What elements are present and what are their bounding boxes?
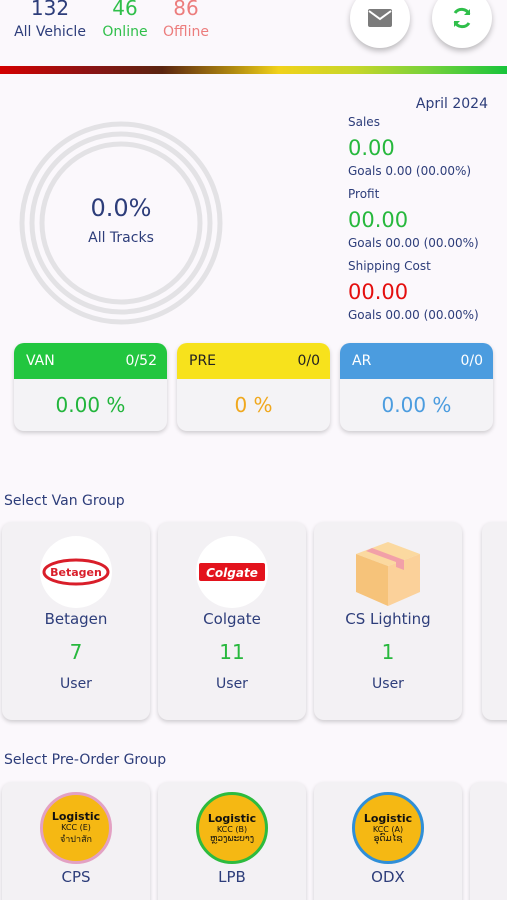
badge-sub: KCC (E) [61,823,91,832]
offline-label: Offline [163,24,209,40]
lpb-logistic-badge: Logistic KCC (B) ຫຼວງພະບາງ [196,792,268,864]
van-group-count: 7 [69,640,83,664]
pre-count: 0/0 [297,353,320,369]
offline-count: 86 [173,0,199,20]
badge-local: ອຸດົມໄຊ [373,834,403,844]
sales-goal: Goals 0.00 (00.00%) [348,164,472,178]
van-group-name: CS Lighting [345,610,431,628]
sales-value: 0.00 [348,136,395,160]
van-group-title: Select Van Group [4,493,125,509]
ar-card-header: AR 0/0 [340,343,493,379]
shipping-goal: Goals 00.00 (00.00%) [348,308,479,322]
online-label: Online [102,24,148,40]
vehicle-stats: 132 All Vehicle 46 Online 86 Offline [0,0,240,60]
betagen-logo: Betagen [40,536,112,608]
betagen-logo-text: Betagen [50,566,102,579]
pre-order-group-item[interactable]: Logistic KCC (A) ອຸດົມໄຊ ODX [314,782,462,900]
ar-card[interactable]: AR 0/0 0.00 % [340,343,493,431]
shipping-value: 00.00 [348,280,409,304]
status-gradient-bar [0,66,507,74]
mail-icon [368,9,392,27]
pre-order-group-item-partial[interactable] [470,782,507,900]
badge-title: Logistic [51,810,101,823]
van-group-user-label: User [372,676,404,692]
van-card[interactable]: VAN 0/52 0.00 % [14,343,167,431]
profit-title: Profit [348,187,380,201]
badge-sub: KCC (A) [372,825,404,834]
pre-order-group-name: ODX [371,868,405,886]
pre-label: PRE [189,353,217,369]
stat-offline[interactable]: 86 Offline [158,0,214,40]
van-group-user-label: User [60,676,92,692]
badge-local: จำปาสัก [59,835,93,845]
pre-percent: 0 % [234,393,273,417]
van-group-name: Betagen [44,610,108,628]
colgate-logo: Colgate [196,536,268,608]
van-count: 0/52 [125,353,157,369]
shipping-title: Shipping Cost [348,259,431,273]
ar-count: 0/0 [460,353,483,369]
badge-title: Logistic [363,812,413,825]
van-group-item[interactable]: Betagen Betagen 7 User [2,522,150,720]
van-group-name: Colgate [203,610,261,628]
van-group-count: 1 [381,640,395,664]
pre-order-group-item[interactable]: Logistic KCC (B) ຫຼວງພະບາງ LPB [158,782,306,900]
refresh-button[interactable] [432,0,492,48]
ar-percent: 0.00 % [381,393,452,417]
badge-local: ຫຼວງພະບາງ [209,834,255,844]
pre-order-group-name: LPB [218,868,246,886]
cps-logistic-badge: Logistic KCC (E) จำปาสัก [40,792,112,864]
tracks-percent: 0.0% [90,194,152,222]
mail-button[interactable] [350,0,410,48]
pre-card-header: PRE 0/0 [177,343,330,379]
pre-order-group-name: CPS [61,868,91,886]
badge-sub: KCC (B) [216,825,248,834]
odx-logistic-badge: Logistic KCC (A) ອຸດົມໄຊ [352,792,424,864]
all-vehicle-count: 132 [30,0,70,20]
pre-order-group-title: Select Pre-Order Group [4,752,167,768]
profit-goal: Goals 00.00 (00.00%) [348,236,479,250]
van-card-header: VAN 0/52 [14,343,167,379]
tracks-gauge [19,121,223,325]
month-label: April 2024 [415,96,488,112]
online-count: 46 [112,0,138,20]
van-group-item[interactable]: Colgate Colgate 11 User [158,522,306,720]
van-label: VAN [26,353,55,369]
pre-card[interactable]: PRE 0/0 0 % [177,343,330,431]
ar-label: AR [352,353,372,369]
box-icon [352,536,424,608]
van-percent: 0.00 % [55,393,126,417]
sales-title: Sales [348,115,380,129]
stat-online[interactable]: 46 Online [98,0,152,40]
stat-all-vehicle[interactable]: 132 All Vehicle [8,0,92,40]
all-vehicle-label: All Vehicle [14,24,86,40]
van-group-item[interactable]: CS Lighting 1 User [314,522,462,720]
colgate-logo-text: Colgate [206,566,258,580]
van-group-item-partial[interactable] [482,522,507,720]
pre-order-group-item[interactable]: Logistic KCC (E) จำปาสัก CPS [2,782,150,900]
van-group-count: 11 [219,640,245,664]
tracks-label: All Tracks [88,230,154,246]
profit-value: 00.00 [348,208,409,232]
van-group-user-label: User [216,676,248,692]
refresh-icon [453,7,471,29]
badge-title: Logistic [207,812,257,825]
